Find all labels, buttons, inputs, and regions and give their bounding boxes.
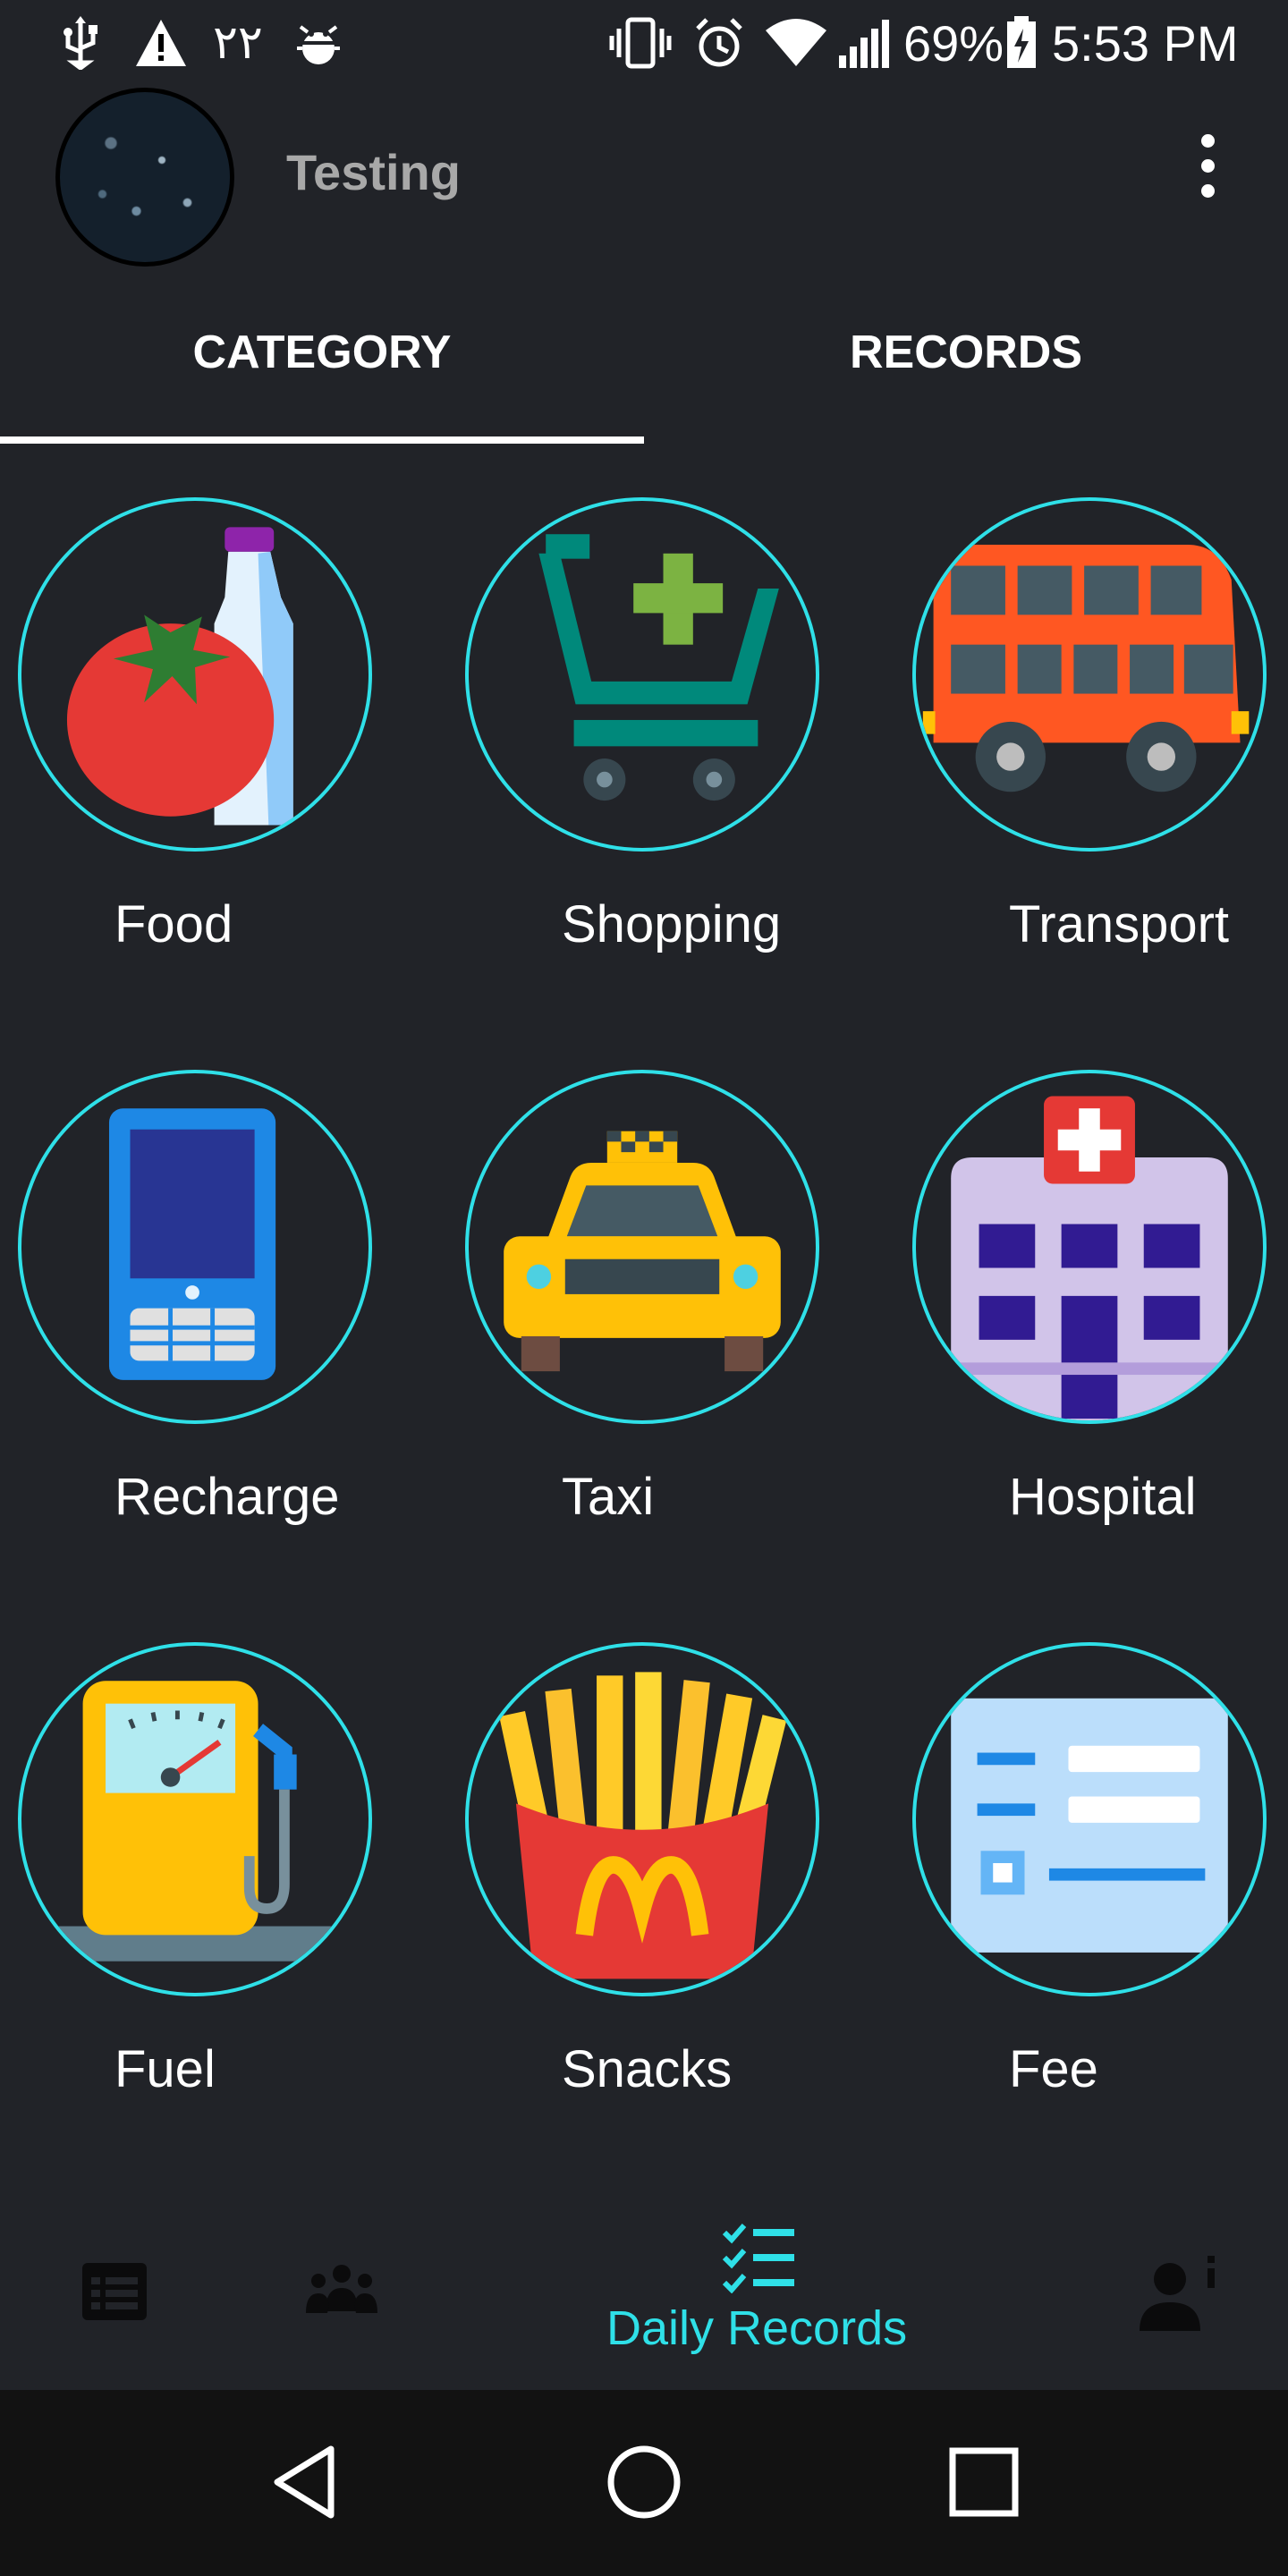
- vibrate-icon: [608, 16, 673, 70]
- clock: 5:53 PM: [1052, 14, 1239, 72]
- category-label: Fuel: [114, 2040, 216, 2098]
- home-icon[interactable]: [595, 2433, 693, 2531]
- signal-icon: [837, 16, 894, 70]
- category-shopping[interactable]: Shopping: [447, 483, 823, 984]
- category-label: Food: [114, 895, 233, 953]
- category-hospital[interactable]: Hospital: [894, 1055, 1270, 1556]
- tab-records[interactable]: RECORDS: [644, 304, 1288, 444]
- tab-records-label: RECORDS: [849, 326, 1083, 378]
- category-label: Hospital: [1009, 1468, 1197, 1526]
- more-vert-icon[interactable]: [1190, 134, 1225, 215]
- tab-category[interactable]: CATEGORY: [0, 304, 644, 444]
- nav-active-label: Daily Records: [606, 2301, 908, 2355]
- battery-charging-icon: [1005, 16, 1038, 70]
- status-bar: ٢٢ 69% 5:53 PM: [0, 0, 1288, 86]
- taxi-icon: [465, 1070, 819, 1424]
- list-icon[interactable]: [63, 2182, 188, 2388]
- nav-daily-records[interactable]: [590, 2182, 930, 2388]
- category-food[interactable]: Food: [0, 483, 376, 984]
- category-fee[interactable]: Fee: [894, 1628, 1270, 2129]
- category-fuel[interactable]: Fuel: [0, 1628, 376, 2129]
- app-title: Testing: [286, 144, 461, 200]
- notification-text: ٢٢: [213, 17, 263, 69]
- tab-indicator: [0, 436, 644, 444]
- battery-percent: 69%: [903, 14, 1004, 72]
- profile-avatar[interactable]: [55, 88, 234, 267]
- category-transport[interactable]: Transport: [894, 483, 1270, 984]
- category-label: Recharge: [114, 1468, 340, 1526]
- category-label: Taxi: [562, 1468, 655, 1526]
- wifi-icon: [764, 16, 828, 70]
- category-label: Snacks: [562, 2040, 733, 2098]
- alarm-icon: [692, 16, 746, 70]
- user-info-icon[interactable]: [1118, 2182, 1243, 2388]
- mobile-phone-icon: [18, 1070, 372, 1424]
- category-taxi[interactable]: Taxi: [447, 1055, 823, 1556]
- back-icon[interactable]: [259, 2433, 358, 2531]
- recents-icon[interactable]: [935, 2433, 1033, 2531]
- group-icon[interactable]: [286, 2182, 411, 2388]
- category-recharge[interactable]: Recharge: [0, 1055, 376, 1556]
- bus-icon: [912, 497, 1267, 852]
- system-nav-bar: [0, 2390, 1288, 2576]
- fries-icon: [465, 1642, 819, 1996]
- bottom-navigation: Daily Records: [0, 2182, 1288, 2388]
- tab-bar: CATEGORY RECORDS: [0, 304, 1288, 444]
- category-label: Fee: [1009, 2040, 1098, 2098]
- category-snacks[interactable]: Snacks: [447, 1628, 823, 2129]
- tab-category-label: CATEGORY: [192, 326, 452, 378]
- category-label: Transport: [1009, 895, 1230, 953]
- android-debug-icon: [293, 16, 343, 70]
- fuel-pump-icon: [18, 1642, 372, 1996]
- daily-records-icon: [722, 2224, 794, 2293]
- food-icon: [18, 497, 372, 852]
- usb-icon: [59, 16, 102, 70]
- category-label: Shopping: [562, 895, 782, 953]
- warning-icon: [134, 16, 188, 70]
- form-icon: [912, 1642, 1267, 1996]
- shopping-cart-icon: [465, 497, 819, 852]
- hospital-icon: [912, 1070, 1267, 1424]
